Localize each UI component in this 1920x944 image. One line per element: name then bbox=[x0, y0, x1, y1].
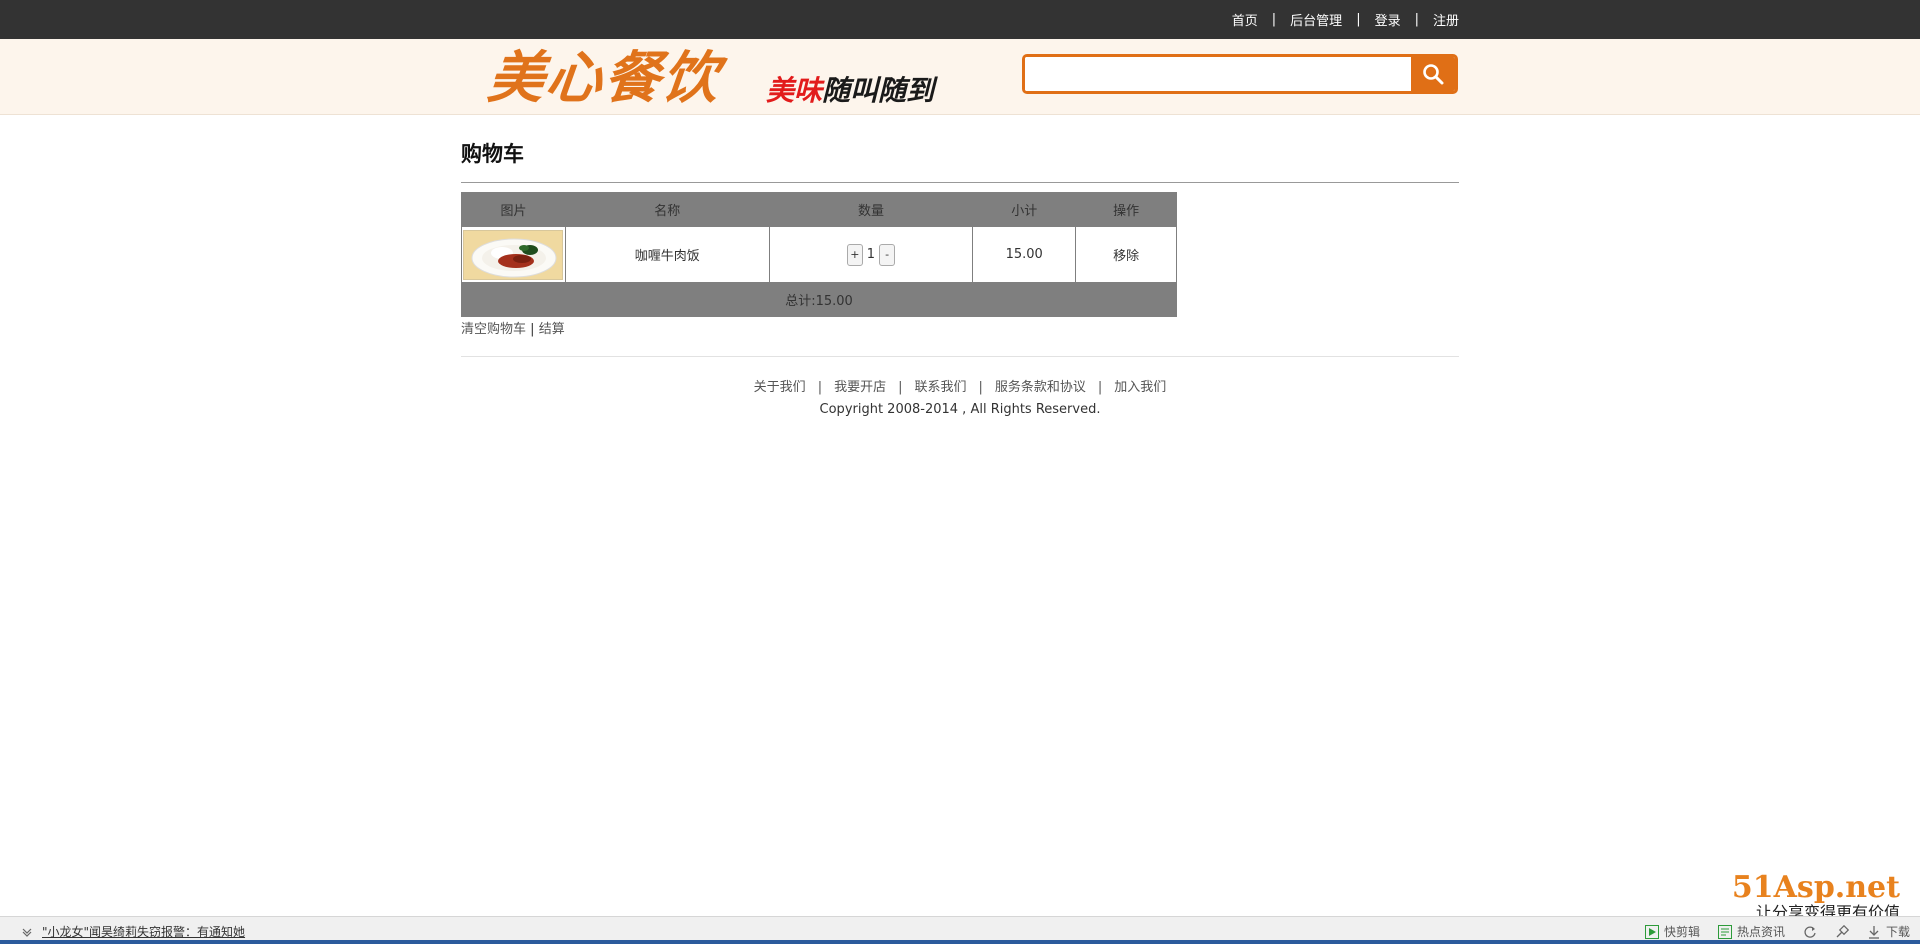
download-icon bbox=[1868, 925, 1879, 939]
cart-total-row: 总计:15.00 bbox=[461, 282, 1177, 317]
tool-label: 热点资讯 bbox=[1736, 925, 1785, 939]
footer-links: 关于我们 | 我要开店 | 联系我们 | 服务条款和协议 | 加入我们 bbox=[461, 376, 1459, 395]
watermark: 51Asp.net 让分享变得更有价值 bbox=[1732, 872, 1900, 922]
cell-action: 移除 bbox=[1075, 226, 1177, 283]
clear-cart-link[interactable]: 清空购物车 bbox=[461, 322, 526, 337]
top-bar: 首页 | 后台管理 | 登录 | 注册 bbox=[0, 0, 1920, 39]
cell-quantity: +1- bbox=[768, 226, 974, 283]
footer-link-open-store[interactable]: 我要开店 bbox=[834, 380, 886, 395]
footer-separator: | bbox=[817, 380, 823, 395]
status-news[interactable]: "小龙女"闻昊绮莉失窃报警：有通知她 bbox=[22, 923, 245, 940]
table-row: 咖喱牛肉饭 +1- 15.00 移除 bbox=[461, 226, 1177, 283]
column-header-subtotal: 小计 bbox=[972, 192, 1077, 227]
cart-link-separator: | bbox=[530, 322, 535, 337]
tool-download[interactable]: 下载 bbox=[1867, 923, 1910, 940]
cell-image bbox=[461, 226, 566, 283]
footer-separator: | bbox=[1097, 380, 1103, 395]
search-input[interactable] bbox=[1025, 57, 1411, 91]
nav-separator: | bbox=[1414, 12, 1419, 27]
watermark-brand: 51Asp.net bbox=[1731, 870, 1900, 905]
taskbar-strip bbox=[0, 940, 1920, 944]
tool-label: 快剪辑 bbox=[1663, 925, 1700, 939]
cart-actions: 清空购物车 | 结算 bbox=[461, 318, 565, 337]
cart-table: 图片 名称 数量 小计 操作 咖喱牛肉饭 + 1 - 15.00 移除 总计:1… bbox=[461, 192, 1177, 317]
tool-refresh[interactable] bbox=[1803, 925, 1817, 939]
quantity-decrease-button[interactable]: - bbox=[879, 243, 896, 266]
nav-login-link[interactable]: 登录 bbox=[1375, 10, 1401, 29]
search-button[interactable] bbox=[1411, 57, 1455, 91]
quantity-increase-button[interactable]: + bbox=[846, 243, 863, 266]
site-logo[interactable]: 美心餐饮 bbox=[485, 46, 724, 111]
tool-quick-clip[interactable]: 快剪辑 bbox=[1644, 923, 1700, 940]
footer-separator: | bbox=[978, 380, 983, 395]
footer-link-contact[interactable]: 联系我们 bbox=[914, 380, 966, 395]
cell-subtotal: 15.00 bbox=[972, 226, 1077, 283]
page-title: 购物车 bbox=[461, 142, 524, 166]
column-header-name: 名称 bbox=[564, 192, 770, 227]
tool-pin[interactable] bbox=[1835, 924, 1849, 939]
cell-name: 咖喱牛肉饭 bbox=[564, 226, 770, 283]
title-divider bbox=[461, 182, 1459, 183]
food-image bbox=[463, 229, 564, 280]
column-header-quantity: 数量 bbox=[768, 192, 974, 227]
column-header-image: 图片 bbox=[461, 192, 566, 227]
refresh-icon bbox=[1804, 926, 1816, 938]
nav-register-link[interactable]: 注册 bbox=[1433, 10, 1459, 29]
chevron-down-icon bbox=[22, 928, 32, 937]
slogan-red: 美味 bbox=[766, 74, 823, 107]
column-header-action: 操作 bbox=[1075, 192, 1177, 227]
nav-separator: | bbox=[1356, 12, 1361, 27]
tool-hot-news[interactable]: 热点资讯 bbox=[1717, 923, 1785, 940]
play-icon bbox=[1644, 924, 1659, 939]
status-tools: 快剪辑 热点资讯 下载 bbox=[1627, 923, 1910, 940]
nav-admin-link[interactable]: 后台管理 bbox=[1290, 10, 1342, 29]
news-icon bbox=[1717, 924, 1732, 939]
footer-divider bbox=[461, 356, 1459, 357]
nav-home-link[interactable]: 首页 bbox=[1232, 10, 1258, 29]
checkout-link[interactable]: 结算 bbox=[539, 322, 565, 337]
nav-separator: | bbox=[1271, 12, 1277, 27]
copyright-text: Copyright 2008-2014 , All Rights Reserve… bbox=[819, 402, 1101, 417]
search-icon bbox=[1423, 64, 1444, 85]
footer-link-join[interactable]: 加入我们 bbox=[1114, 380, 1166, 395]
footer-separator: | bbox=[898, 380, 903, 395]
site-header: 美心餐饮 美味随叫随到 bbox=[0, 39, 1920, 115]
status-news-text[interactable]: "小龙女"闻昊绮莉失窃报警：有通知她 bbox=[42, 923, 245, 940]
slogan-dark: 随叫随到 bbox=[822, 74, 935, 107]
food-plate-icon bbox=[464, 230, 563, 279]
site-slogan: 美味随叫随到 bbox=[766, 73, 934, 109]
top-nav: 首页 | 后台管理 | 登录 | 注册 bbox=[1232, 0, 1459, 39]
pin-icon bbox=[1836, 924, 1849, 937]
footer-link-terms[interactable]: 服务条款和协议 bbox=[995, 380, 1086, 395]
search-box bbox=[1022, 54, 1458, 94]
cart-header-row: 图片 名称 数量 小计 操作 bbox=[461, 192, 1177, 227]
quantity-value: 1 bbox=[866, 247, 876, 262]
tool-label: 下载 bbox=[1885, 925, 1910, 939]
remove-item-link[interactable]: 移除 bbox=[1113, 249, 1139, 264]
footer-link-about[interactable]: 关于我们 bbox=[754, 380, 806, 395]
cart-total: 总计:15.00 bbox=[461, 282, 1177, 317]
